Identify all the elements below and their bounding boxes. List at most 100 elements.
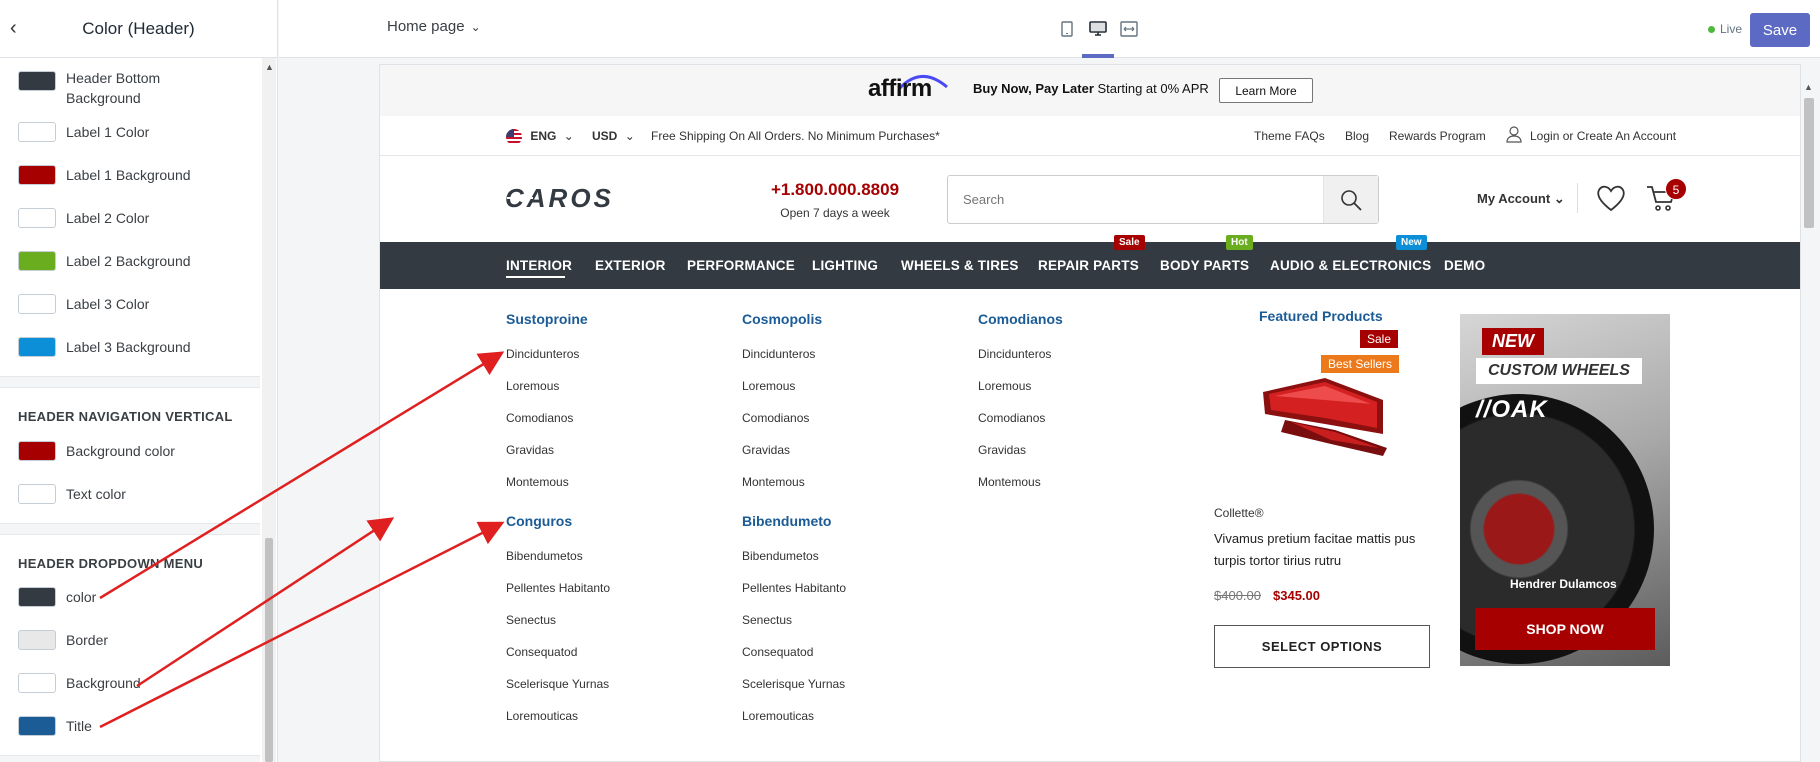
- back-arrow-icon[interactable]: ‹: [10, 18, 30, 39]
- main-nav: INTERIOR EXTERIOR PERFORMANCE LIGHTING W…: [380, 235, 1800, 289]
- promo-banner[interactable]: NEW CUSTOM WHEELS //OAK Hendrer Dulamcos…: [1460, 314, 1670, 666]
- select-options-button[interactable]: SELECT OPTIONS: [1214, 625, 1430, 668]
- learn-more-button[interactable]: Learn More: [1219, 78, 1313, 103]
- currency-label: USD: [592, 129, 618, 143]
- nav-item-demo[interactable]: DEMO: [1444, 258, 1485, 273]
- color-swatch[interactable]: [18, 294, 56, 314]
- dropdown-link[interactable]: Loremouticas: [506, 709, 578, 723]
- wishlist-heart-icon[interactable]: [1596, 184, 1626, 217]
- dropdown-link[interactable]: Senectus: [742, 613, 792, 627]
- search-input[interactable]: [948, 176, 1328, 223]
- dropdown-link[interactable]: Gravidas: [978, 443, 1026, 457]
- store-logo[interactable]: CAROS: [505, 183, 675, 215]
- login-link[interactable]: Login or Create An Account: [1530, 129, 1676, 143]
- nav-item-body-parts[interactable]: BODY PARTS: [1160, 258, 1249, 273]
- save-button[interactable]: Save: [1750, 13, 1810, 47]
- dropdown-link[interactable]: Scelerisque Yurnas: [506, 677, 609, 691]
- color-swatch[interactable]: [18, 630, 56, 650]
- rewards-program-link[interactable]: Rewards Program: [1389, 129, 1486, 143]
- scrollbar-thumb[interactable]: [265, 538, 273, 762]
- color-swatch[interactable]: [18, 251, 56, 271]
- dropdown-link[interactable]: Gravidas: [506, 443, 554, 457]
- dropdown-column-title[interactable]: Cosmopolis: [742, 311, 822, 327]
- dropdown-link[interactable]: Montemous: [742, 475, 805, 489]
- nav-item-repair-parts[interactable]: REPAIR PARTS: [1038, 258, 1139, 273]
- dropdown-column-title[interactable]: Sustoproine: [506, 311, 588, 327]
- language-select[interactable]: ENG ⌄: [506, 129, 574, 145]
- dropdown-column-title[interactable]: Conguros: [506, 513, 572, 529]
- mobile-view-icon[interactable]: [1056, 18, 1078, 40]
- color-swatch[interactable]: [18, 716, 56, 736]
- panel-scrollbar[interactable]: ▲: [262, 58, 276, 762]
- color-swatch[interactable]: [18, 441, 56, 461]
- dropdown-link[interactable]: Bibendumetos: [506, 549, 583, 563]
- scrollbar-thumb[interactable]: [1804, 98, 1814, 228]
- dropdown-link[interactable]: Comodianos: [978, 411, 1045, 425]
- swatch-label-1-background[interactable]: Label 1 Background: [18, 163, 191, 187]
- dropdown-link[interactable]: Dincidunteros: [978, 347, 1051, 361]
- product-image[interactable]: [1255, 370, 1395, 465]
- nav-item-exterior[interactable]: EXTERIOR: [595, 258, 666, 273]
- my-account-dropdown[interactable]: My Account ⌄: [1477, 191, 1565, 207]
- swatch-label-3-background[interactable]: Label 3 Background: [18, 335, 191, 359]
- swatch-dropdown-color[interactable]: color: [18, 585, 96, 609]
- dropdown-link[interactable]: Montemous: [978, 475, 1041, 489]
- dropdown-link[interactable]: Loremous: [506, 379, 559, 393]
- dropdown-column-title[interactable]: Bibendumeto: [742, 513, 831, 529]
- dropdown-link[interactable]: Consequatod: [742, 645, 813, 659]
- dropdown-column-title[interactable]: Comodianos: [978, 311, 1063, 327]
- color-swatch[interactable]: [18, 337, 56, 357]
- scroll-up-arrow-icon[interactable]: ▲: [1804, 82, 1813, 92]
- product-name[interactable]: Vivamus pretium facitae mattis pus turpi…: [1214, 528, 1424, 572]
- color-swatch[interactable]: [18, 484, 56, 504]
- dropdown-link[interactable]: Dincidunteros: [742, 347, 815, 361]
- live-status: Live: [1708, 22, 1742, 36]
- dropdown-link[interactable]: Comodianos: [506, 411, 573, 425]
- dropdown-link[interactable]: Loremouticas: [742, 709, 814, 723]
- swatch-dropdown-border[interactable]: Border: [18, 628, 108, 652]
- swatch-dropdown-title[interactable]: Title: [18, 714, 92, 738]
- dropdown-link[interactable]: Montemous: [506, 475, 569, 489]
- swatch-label-3-color[interactable]: Label 3 Color: [18, 292, 149, 316]
- currency-select[interactable]: USD ⌄: [592, 129, 635, 143]
- dropdown-link[interactable]: Senectus: [506, 613, 556, 627]
- color-swatch[interactable]: [18, 208, 56, 228]
- color-swatch[interactable]: [18, 165, 56, 185]
- nav-item-audio-electronics[interactable]: AUDIO & ELECTRONICS: [1270, 258, 1431, 273]
- color-swatch[interactable]: [18, 587, 56, 607]
- dropdown-link[interactable]: Loremous: [978, 379, 1031, 393]
- dropdown-link[interactable]: Scelerisque Yurnas: [742, 677, 845, 691]
- theme-faqs-link[interactable]: Theme FAQs: [1254, 129, 1325, 143]
- dropdown-link[interactable]: Consequatod: [506, 645, 577, 659]
- dropdown-link[interactable]: Pellentes Habitanto: [506, 581, 610, 595]
- search-button[interactable]: [1323, 176, 1378, 223]
- phone-number[interactable]: +1.800.000.8809: [760, 180, 910, 200]
- dropdown-link[interactable]: Pellentes Habitanto: [742, 581, 846, 595]
- dropdown-link[interactable]: Gravidas: [742, 443, 790, 457]
- shop-now-button[interactable]: SHOP NOW: [1475, 608, 1655, 650]
- page-select-dropdown[interactable]: Home page ⌄: [387, 18, 481, 35]
- preview-scrollbar[interactable]: ▲: [1802, 80, 1816, 762]
- dropdown-link[interactable]: Bibendumetos: [742, 549, 819, 563]
- swatch-dropdown-background[interactable]: Background: [18, 671, 141, 695]
- color-swatch[interactable]: [18, 673, 56, 693]
- swatch-label-2-background[interactable]: Label 2 Background: [18, 249, 191, 273]
- scroll-up-arrow-icon[interactable]: ▲: [265, 62, 274, 72]
- nav-item-interior[interactable]: INTERIOR: [506, 258, 572, 273]
- fullwidth-view-icon[interactable]: [1118, 18, 1140, 40]
- swatch-header-bottom-background[interactable]: Header Bottom Background: [18, 68, 176, 108]
- swatch-vertical-background[interactable]: Background color: [18, 439, 175, 463]
- swatch-vertical-text[interactable]: Text color: [18, 482, 126, 506]
- blog-link[interactable]: Blog: [1345, 129, 1369, 143]
- desktop-view-icon[interactable]: [1087, 18, 1109, 40]
- nav-item-wheels-tires[interactable]: WHEELS & TIRES: [901, 258, 1019, 273]
- color-swatch[interactable]: [18, 122, 56, 142]
- dropdown-link[interactable]: Loremous: [742, 379, 795, 393]
- nav-item-performance[interactable]: PERFORMANCE: [687, 258, 795, 273]
- color-swatch[interactable]: [18, 71, 56, 91]
- nav-item-lighting[interactable]: LIGHTING: [812, 258, 878, 273]
- swatch-label-2-color[interactable]: Label 2 Color: [18, 206, 149, 230]
- swatch-label-1-color[interactable]: Label 1 Color: [18, 120, 149, 144]
- dropdown-link[interactable]: Comodianos: [742, 411, 809, 425]
- dropdown-link[interactable]: Dincidunteros: [506, 347, 579, 361]
